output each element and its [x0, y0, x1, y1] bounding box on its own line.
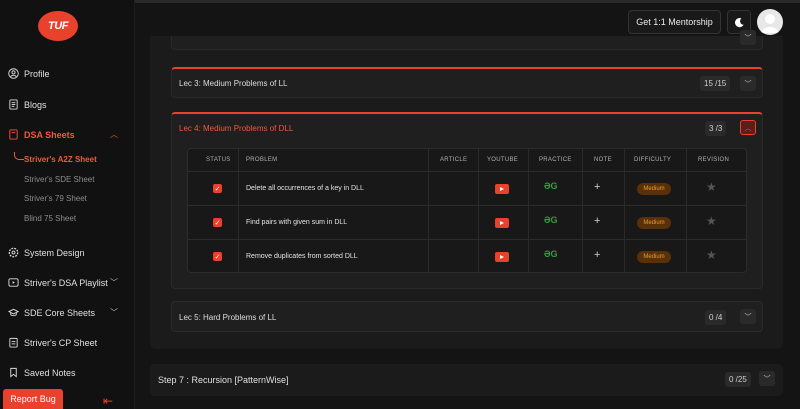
chevron-up-icon[interactable]: ︿ — [110, 129, 118, 140]
sidebar-item-label: Striver's DSA Playlist — [24, 277, 108, 288]
chevron-down-icon[interactable]: ﹀ — [110, 307, 118, 318]
chevron-down-icon[interactable]: ﹀ — [759, 371, 775, 386]
header-note: NOTE — [594, 157, 612, 163]
user-icon — [8, 68, 19, 79]
sidebar-item-blogs[interactable]: Blogs — [8, 99, 47, 110]
sheet-blind75[interactable]: Blind 75 Sheet — [24, 214, 76, 223]
status-checkbox[interactable]: ✓ — [213, 218, 222, 227]
sheet-sde[interactable]: Striver's SDE Sheet — [24, 175, 94, 184]
difficulty-badge: Medium — [637, 183, 671, 195]
lecture-card-partial: ﹀ — [171, 30, 763, 50]
header-article: ARTICLE — [440, 157, 468, 163]
report-bug-button[interactable]: Report Bug — [3, 389, 63, 409]
step-progress: 0 /25 — [725, 372, 751, 387]
user-avatar-icon — [761, 14, 779, 33]
lecture-title: Lec 5: Hard Problems of LL — [179, 313, 277, 322]
sidebar-item-system-design[interactable]: System Design — [8, 247, 85, 258]
difficulty-badge: Medium — [637, 217, 671, 229]
add-note-icon[interactable]: + — [594, 181, 600, 193]
moon-icon — [734, 17, 744, 27]
star-icon[interactable]: ★ — [706, 248, 717, 262]
sidebar: TUF Profile Blogs DSA Sheets ︿ Striver's… — [0, 0, 135, 409]
header-practice: PRACTICE — [539, 157, 572, 163]
lecture-card-3[interactable]: Lec 3: Medium Problems of LL 15 /15 ﹀ — [171, 67, 763, 98]
youtube-icon[interactable] — [495, 252, 509, 262]
lecture-progress: 3 /3 — [705, 121, 727, 136]
problem-name[interactable]: Delete all occurrences of a key in DLL — [246, 185, 364, 192]
lecture-title: Lec 4: Medium Problems of DLL — [179, 124, 294, 133]
problems-table: STATUS PROBLEM ARTICLE YOUTUBE PRACTICE … — [187, 148, 747, 273]
header-revision: REVISION — [698, 157, 730, 163]
lecture-progress: 0 /4 — [705, 310, 727, 325]
sidebar-item-label: Saved Notes — [24, 367, 76, 378]
sidebar-item-cp-sheet[interactable]: Striver's CP Sheet — [8, 337, 97, 348]
problem-name[interactable]: Find pairs with given sum in DLL — [246, 219, 347, 226]
chevron-down-icon[interactable]: ﹀ — [740, 309, 756, 324]
star-icon[interactable]: ★ — [706, 180, 717, 194]
lecture-progress: 15 /15 — [700, 76, 731, 91]
tuf-logo[interactable]: TUF — [38, 11, 78, 41]
graduation-cap-icon — [8, 308, 19, 317]
avatar[interactable] — [757, 9, 783, 35]
document-icon — [9, 99, 18, 110]
step-7-card[interactable]: Step 7 : Recursion [PatternWise] 0 /25 ﹀ — [150, 364, 783, 396]
clipboard-icon — [9, 337, 18, 348]
gear-icon — [8, 247, 19, 258]
status-checkbox[interactable]: ✓ — [213, 252, 222, 261]
sidebar-item-label: Striver's CP Sheet — [24, 337, 98, 348]
collapse-sidebar-icon[interactable]: ⇤ — [103, 394, 113, 408]
bookmark-icon — [10, 367, 17, 378]
header-difficulty: DIFFICULTY — [634, 157, 672, 163]
chevron-down-icon[interactable]: ﹀ — [110, 277, 118, 288]
mentorship-button[interactable]: Get 1:1 Mentorship — [628, 10, 721, 34]
gfg-practice-icon[interactable]: ƏG — [544, 215, 558, 225]
gfg-practice-icon[interactable]: ƏG — [544, 181, 558, 191]
sidebar-item-label: Blogs — [24, 99, 47, 110]
chevron-down-icon[interactable]: ﹀ — [740, 76, 756, 91]
header-problem: PROBLEM — [246, 157, 278, 163]
header-status: STATUS — [206, 157, 231, 163]
add-note-icon[interactable]: + — [594, 215, 600, 227]
sidebar-item-dsa-playlist[interactable]: Striver's DSA Playlist — [8, 277, 108, 288]
sidebar-item-saved-notes[interactable]: Saved Notes — [8, 367, 76, 378]
sidebar-item-dsa-sheets[interactable]: DSA Sheets — [8, 129, 75, 140]
chevron-up-icon[interactable]: ︿ — [740, 120, 756, 135]
step-title: Step 7 : Recursion [PatternWise] — [158, 375, 289, 385]
sidebar-item-label: System Design — [24, 247, 85, 258]
header-youtube: YOUTUBE — [487, 157, 519, 163]
chevron-down-icon[interactable]: ﹀ — [740, 30, 756, 45]
problem-name[interactable]: Remove duplicates from sorted DLL — [246, 253, 358, 260]
sidebar-item-sde-core[interactable]: SDE Core Sheets — [8, 307, 95, 318]
sheet-a2z[interactable]: Striver's A2Z Sheet — [24, 155, 97, 164]
youtube-icon[interactable] — [495, 184, 509, 194]
sidebar-item-label: SDE Core Sheets — [24, 307, 96, 318]
sheet-79[interactable]: Striver's 79 Sheet — [24, 194, 87, 203]
sidebar-item-label: Profile — [24, 68, 50, 79]
youtube-icon[interactable] — [495, 218, 509, 228]
lecture-card-5[interactable]: Lec 5: Hard Problems of LL 0 /4 ﹀ — [171, 301, 763, 332]
add-note-icon[interactable]: + — [594, 249, 600, 261]
tree-connector — [14, 152, 24, 160]
sidebar-item-profile[interactable]: Profile — [8, 68, 50, 79]
table-row: ✓ Delete all occurrences of a key in DLL… — [188, 171, 746, 205]
sheet-icon — [9, 129, 18, 140]
sidebar-item-label: DSA Sheets — [24, 129, 75, 140]
table-row: ✓ Find pairs with given sum in DLL ƏG + … — [188, 205, 746, 239]
status-checkbox[interactable]: ✓ — [213, 184, 222, 193]
lecture-title: Lec 3: Medium Problems of LL — [179, 79, 288, 88]
table-row: ✓ Remove duplicates from sorted DLL ƏG +… — [188, 239, 746, 272]
gfg-practice-icon[interactable]: ƏG — [544, 249, 558, 259]
star-icon[interactable]: ★ — [706, 214, 717, 228]
play-icon — [8, 278, 19, 287]
difficulty-badge: Medium — [637, 251, 671, 263]
